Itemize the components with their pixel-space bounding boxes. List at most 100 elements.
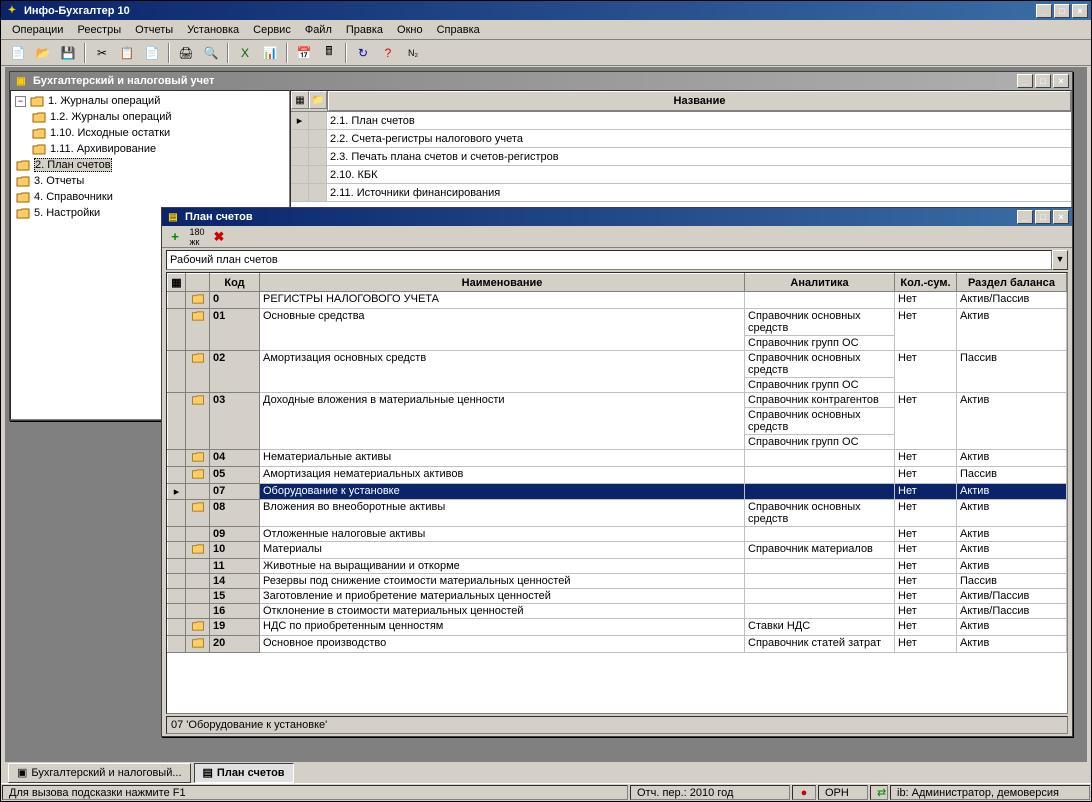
table-row[interactable]: 04 Нематериальные активы Нет Актив: [168, 450, 1067, 467]
app-icon: ✦: [4, 3, 20, 19]
tb-new-icon[interactable]: 📄: [7, 42, 29, 64]
tree-item[interactable]: 3. Отчеты: [13, 173, 287, 189]
app-title: Инфо-Бухгалтер 10: [24, 5, 1036, 17]
maximize-button[interactable]: □: [1054, 4, 1070, 18]
grid-tool-icon[interactable]: ▦: [291, 91, 309, 109]
folder-icon: [186, 309, 210, 351]
folder-icon: [186, 467, 210, 484]
tb-save-icon[interactable]: 💾: [57, 42, 79, 64]
tb-open-icon[interactable]: 📂: [32, 42, 54, 64]
menubar: Операции Реестры Отчеты Установка Сервис…: [1, 20, 1091, 40]
tree-item[interactable]: 1.10. Исходные остатки: [13, 125, 287, 141]
grid-row[interactable]: 2.10. КБК: [291, 166, 1071, 184]
list-icon: ▤: [203, 766, 213, 779]
grid-row[interactable]: ▸2.1. План счетов: [291, 112, 1071, 130]
tb-chart-icon[interactable]: 📊: [259, 42, 281, 64]
task-accounting[interactable]: ▣Бухгалтерский и налоговый...: [8, 763, 191, 783]
accounts-grid[interactable]: ▦ Код Наименование Аналитика Кол.-сум. Р…: [166, 272, 1068, 714]
combo-input[interactable]: [166, 250, 1052, 270]
delete-icon[interactable]: ✖: [210, 228, 228, 246]
child1-max-button[interactable]: □: [1035, 74, 1051, 88]
folder-icon: [186, 574, 210, 589]
status-period: Отч. пер.: 2010 год: [630, 785, 790, 800]
table-row[interactable]: 02 Амортизация основных средств Справочн…: [168, 351, 1067, 378]
table-row[interactable]: 09 Отложенные налоговые активы Нет Актив: [168, 527, 1067, 542]
menu-registries[interactable]: Реестры: [70, 22, 128, 38]
table-row[interactable]: 16 Отклонение в стоимости материальных ц…: [168, 604, 1067, 619]
menu-service[interactable]: Сервис: [246, 22, 298, 38]
plan-toolbar: + 180жк ✖: [162, 226, 1072, 248]
tree-item[interactable]: 4. Справочники: [13, 189, 287, 205]
menu-reports[interactable]: Отчеты: [128, 22, 180, 38]
table-row[interactable]: 19 НДС по приобретенным ценностям Ставки…: [168, 619, 1067, 636]
tb-excel-icon[interactable]: X: [234, 42, 256, 64]
menu-setup[interactable]: Установка: [180, 22, 246, 38]
table-row[interactable]: 08 Вложения во внеоборотные активы Справ…: [168, 500, 1067, 527]
minimize-button[interactable]: _: [1036, 4, 1052, 18]
folder-icon: [186, 393, 210, 450]
table-row[interactable]: 14 Резервы под снижение стоимости матери…: [168, 574, 1067, 589]
tb-cut-icon[interactable]: ✂: [91, 42, 113, 64]
table-row[interactable]: ▸ 07 Оборудование к установке Нет Актив: [168, 484, 1067, 500]
tb-help-icon[interactable]: ?: [377, 42, 399, 64]
child2-max-button[interactable]: □: [1035, 210, 1051, 224]
table-row[interactable]: 03 Доходные вложения в материальные ценн…: [168, 393, 1067, 408]
grid-row[interactable]: 2.3. Печать плана счетов и счетов-регист…: [291, 148, 1071, 166]
close-button[interactable]: ×: [1072, 4, 1088, 18]
tree-item[interactable]: 1.11. Архивирование: [13, 141, 287, 157]
menu-file[interactable]: Файл: [298, 22, 339, 38]
tb-copy-icon[interactable]: 📋: [116, 42, 138, 64]
status-orn: ОРН: [818, 785, 868, 800]
table-row[interactable]: 05 Амортизация нематериальных активов Не…: [168, 467, 1067, 484]
chevron-down-icon[interactable]: ▼: [1052, 250, 1068, 270]
plan-titlebar[interactable]: ▤ План счетов _ □ ×: [162, 208, 1072, 226]
table-row[interactable]: 10 Материалы Справочник материалов Нет А…: [168, 542, 1067, 559]
tree-item-plan[interactable]: 2. План счетов: [13, 157, 287, 173]
tree-item[interactable]: 1.2. Журналы операций: [13, 109, 287, 125]
child1-min-button[interactable]: _: [1017, 74, 1033, 88]
folder-icon: [31, 110, 47, 124]
folder-icon: [186, 484, 210, 500]
tb-print-icon[interactable]: 🖨: [175, 42, 197, 64]
task-plan[interactable]: ▤План счетов: [194, 763, 294, 783]
tree-root[interactable]: − 1. Журналы операций: [13, 93, 287, 109]
status-user: ib: Администратор, демоверсия: [890, 785, 1090, 800]
menu-window[interactable]: Окно: [390, 22, 430, 38]
add-icon[interactable]: +: [166, 228, 184, 246]
folder-icon: [15, 174, 31, 188]
book-icon: ▣: [13, 73, 29, 89]
tb-paste-icon[interactable]: 📄: [141, 42, 163, 64]
menu-help[interactable]: Справка: [430, 22, 487, 38]
child2-min-button[interactable]: _: [1017, 210, 1033, 224]
table-row[interactable]: 01 Основные средства Справочник основных…: [168, 309, 1067, 336]
tb-refresh-icon[interactable]: ↻: [352, 42, 374, 64]
menu-operations[interactable]: Операции: [5, 22, 70, 38]
status-flag-icon: ●: [792, 785, 816, 800]
tb-sql-icon[interactable]: N₂: [402, 42, 424, 64]
edit-icon[interactable]: 180жк: [188, 228, 206, 246]
menu-edit[interactable]: Правка: [339, 22, 390, 38]
folder-icon: [186, 542, 210, 559]
table-row[interactable]: 0 РЕГИСТРЫ НАЛОГОВОГО УЧЕТА Нет Актив/Па…: [168, 292, 1067, 309]
app-titlebar: ✦ Инфо-Бухгалтер 10 _ □ ×: [1, 1, 1091, 20]
grid-folder-icon[interactable]: 📁: [309, 91, 327, 109]
folder-icon: [186, 351, 210, 393]
col-anal[interactable]: Аналитика: [745, 274, 895, 292]
grid-row[interactable]: 2.2. Счета-регистры налогового учета: [291, 130, 1071, 148]
child1-close-button[interactable]: ×: [1053, 74, 1069, 88]
col-name[interactable]: Наименование: [260, 274, 745, 292]
table-row[interactable]: 20 Основное производство Справочник стат…: [168, 636, 1067, 653]
tb-calc-icon[interactable]: 🖩: [318, 42, 340, 64]
table-row[interactable]: 11 Животные на выращивании и откорме Нет…: [168, 559, 1067, 574]
child2-close-button[interactable]: ×: [1053, 210, 1069, 224]
tb-date-icon[interactable]: 📅: [293, 42, 315, 64]
tb-preview-icon[interactable]: 🔍: [200, 42, 222, 64]
accounting-titlebar[interactable]: ▣ Бухгалтерский и налоговый учет _ □ ×: [10, 72, 1072, 90]
table-row[interactable]: 15 Заготовление и приобретение материаль…: [168, 589, 1067, 604]
col-tool[interactable]: ▦: [168, 274, 186, 292]
col-kol[interactable]: Кол.-сум.: [895, 274, 957, 292]
col-code[interactable]: Код: [210, 274, 260, 292]
grid-row[interactable]: 2.11. Источники финансирования: [291, 184, 1071, 202]
col-bal[interactable]: Раздел баланса: [957, 274, 1067, 292]
plan-combo[interactable]: ▼: [166, 250, 1068, 270]
